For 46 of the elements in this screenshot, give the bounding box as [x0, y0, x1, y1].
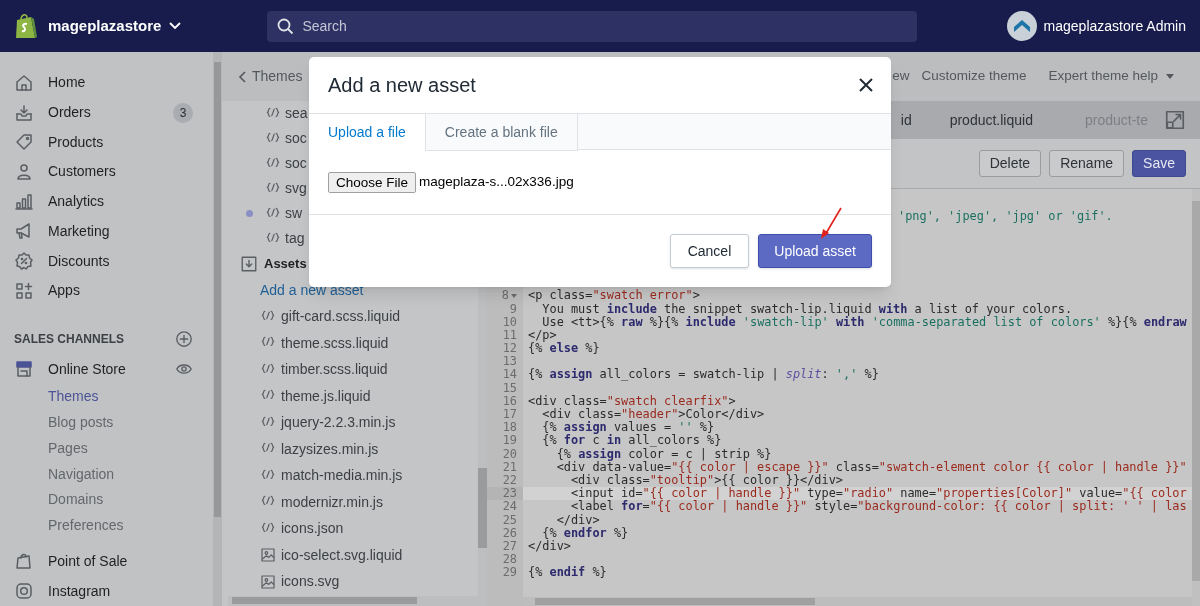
- line-number: 14: [502, 368, 517, 382]
- line-number: 29: [502, 566, 517, 580]
- code-line: {% assign color = c | strip %}: [555, 446, 772, 461]
- dialog-title: Add a new asset: [328, 73, 476, 98]
- code-line: <label for="{{ color | handle }}" style="background-color: {{ color | split: ' ' | las: [569, 499, 1187, 514]
- line-number: 8: [501, 289, 509, 303]
- line-number: 10: [502, 315, 517, 329]
- code-line: 'png', 'jpeg', 'jpg' or 'gif'.: [898, 209, 1113, 224]
- line-number: 25: [502, 513, 517, 527]
- code-line: <div data-value="{{ color | escape }}" class="swatch-element color {{ color | handle }}": [555, 459, 1187, 474]
- line-number: 9: [509, 302, 517, 316]
- code-line: {% for c in all_colors %}: [541, 433, 722, 448]
- line-number: 22: [502, 473, 517, 488]
- line-number: 12: [502, 342, 517, 356]
- line-number: 17: [502, 408, 517, 422]
- section-heading: Assets: [264, 255, 307, 274]
- line-number: 23: [502, 487, 517, 501]
- line-number: 27: [502, 539, 517, 554]
- section-heading: SALES CHANNELS: [14, 330, 124, 348]
- line-number: 13: [502, 355, 517, 369]
- code-line: {% assign values = '' %}: [541, 420, 715, 435]
- line-number: 26: [502, 526, 517, 540]
- code-line: <input id="{{ color | handle }}" type="radio" name="properties[Color]" value="{{ color: [569, 486, 1187, 501]
- line-number: 24: [502, 500, 517, 514]
- code-line: <p class="swatch error">: [528, 288, 700, 303]
- code-line: <div class="swatch clearfix">: [528, 393, 736, 408]
- code-line: {% endif %}: [528, 565, 607, 580]
- file-name: mageplaza-s...02x336.jpg: [419, 172, 574, 191]
- code-line: <div class="header">Color</div>: [541, 407, 765, 421]
- code-line: </p>: [528, 327, 557, 342]
- code-line: </div>: [555, 512, 600, 527]
- code-line: {% endfor %}: [541, 525, 629, 540]
- code-line: {% assign all_colors = swatch-lip | split: ',' %}: [528, 367, 879, 382]
- code-line: </div>: [528, 538, 571, 553]
- code-line: {% else %}: [528, 341, 600, 356]
- line-number: 28: [502, 553, 517, 567]
- line-number: 21: [502, 460, 517, 474]
- line-number: 11: [502, 328, 517, 343]
- line-number: 18: [502, 421, 517, 435]
- line-number: 16: [502, 394, 517, 408]
- count-badge: 3: [173, 102, 193, 123]
- line-number: 19: [502, 434, 517, 448]
- code-line: <div class="tooltip">{{ color }}</div>: [569, 472, 843, 487]
- line-number: 15: [502, 381, 517, 395]
- code-line: You must include the snippet swatch-lip.liquid with a list of your colors.: [542, 301, 1073, 316]
- line-number: 20: [502, 447, 517, 461]
